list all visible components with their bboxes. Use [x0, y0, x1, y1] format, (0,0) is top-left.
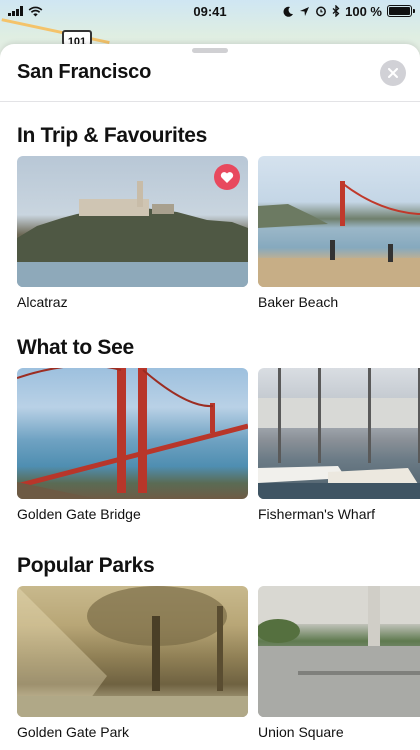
card-row: Golden Gate Park Union Square — [17, 586, 420, 740]
alcatraz-photo — [17, 156, 248, 287]
close-icon — [388, 67, 398, 78]
card-row: Alcatraz Baker Beach — [17, 156, 420, 310]
card-alcatraz[interactable]: Alcatraz — [17, 156, 248, 310]
card-union-square[interactable]: Union Square — [258, 586, 420, 740]
section-in-trip-favourites: In Trip & Favourites Alcatraz Baker Beac… — [0, 124, 420, 310]
section-popular-parks: Popular Parks Golden Gate Park Union Squ… — [0, 554, 420, 740]
card-row: Golden Gate Bridge Fisherman's Wharf — [17, 368, 420, 522]
card-label: Alcatraz — [17, 294, 68, 310]
card-golden-gate-park[interactable]: Golden Gate Park — [17, 586, 248, 740]
section-what-to-see: What to See Golden Gate Bridge Fisherman… — [0, 336, 420, 522]
card-label: Union Square — [258, 724, 344, 740]
union-square-photo — [258, 586, 420, 717]
card-label: Golden Gate Bridge — [17, 506, 141, 522]
battery-percent: 100 % — [345, 3, 382, 19]
card-golden-gate-bridge[interactable]: Golden Gate Bridge — [17, 368, 248, 522]
card-fishermans-wharf[interactable]: Fisherman's Wharf — [258, 368, 420, 522]
card-label: Fisherman's Wharf — [258, 506, 376, 522]
heart-icon — [220, 171, 234, 183]
golden-gate-park-photo — [17, 586, 248, 717]
card-label: Golden Gate Park — [17, 724, 130, 740]
baker-beach-photo — [258, 156, 420, 287]
section-title: Popular Parks — [17, 554, 155, 577]
section-title: In Trip & Favourites — [17, 124, 208, 147]
favourite-badge[interactable] — [214, 164, 240, 190]
location-arrow-icon — [300, 6, 310, 16]
card-baker-beach[interactable]: Baker Beach — [258, 156, 420, 310]
city-sheet: San Francisco In Trip & Favourites Alcat… — [0, 44, 420, 750]
card-label: Baker Beach — [258, 294, 339, 310]
wifi-icon — [28, 6, 43, 16]
section-title: What to See — [17, 336, 134, 359]
alarm-icon — [316, 6, 327, 17]
sheet-grabber[interactable] — [192, 48, 228, 53]
signal-icon — [8, 6, 23, 16]
close-button[interactable] — [380, 59, 406, 86]
sheet-title: San Francisco — [17, 61, 152, 83]
bluetooth-icon — [332, 5, 340, 17]
battery-icon — [387, 5, 415, 17]
status-bar: 09:41 100 % — [0, 0, 420, 22]
fishermans-wharf-photo — [258, 368, 420, 499]
golden-gate-bridge-photo — [17, 368, 248, 499]
moon-icon — [283, 6, 294, 17]
